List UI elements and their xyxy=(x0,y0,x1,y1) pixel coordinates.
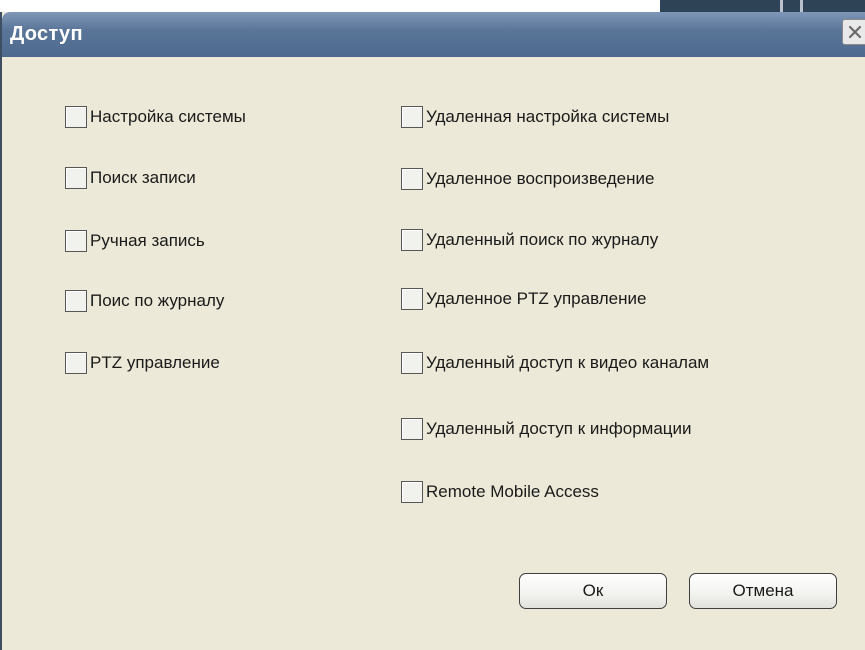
option-ptz-control[interactable]: PTZ управление xyxy=(65,351,220,375)
option-remote-playback[interactable]: Удаленное воспроизведение xyxy=(401,167,654,191)
checkbox[interactable] xyxy=(401,481,423,503)
option-remote-log-search[interactable]: Удаленный поиск по журналу xyxy=(401,228,658,252)
option-label: Настройка системы xyxy=(90,107,246,126)
close-button[interactable] xyxy=(842,19,865,45)
option-label: Remote Mobile Access xyxy=(426,482,599,501)
option-log-search[interactable]: Поис по журналу xyxy=(65,289,224,313)
option-remote-ptz-control[interactable]: Удаленное PTZ управление xyxy=(401,287,646,311)
option-label: Поиск записи xyxy=(90,168,196,187)
access-dialog: Доступ Настройка системы Поиск записи Ру… xyxy=(0,12,865,650)
option-manual-record[interactable]: Ручная запись xyxy=(65,229,205,253)
checkbox[interactable] xyxy=(401,288,423,310)
cancel-button[interactable]: Отмена xyxy=(689,573,837,609)
dialog-titlebar[interactable]: Доступ xyxy=(2,12,865,57)
checkbox[interactable] xyxy=(65,230,87,252)
option-record-search[interactable]: Поиск записи xyxy=(65,166,196,190)
option-label: Удаленное PTZ управление xyxy=(426,289,647,308)
option-label: Удаленное воспроизведение xyxy=(426,169,655,188)
checkbox[interactable] xyxy=(65,352,87,374)
option-system-settings[interactable]: Настройка системы xyxy=(65,105,246,129)
option-remote-mobile-access[interactable]: Remote Mobile Access xyxy=(401,480,599,504)
checkbox[interactable] xyxy=(65,106,87,128)
option-remote-info-access[interactable]: Удаленный доступ к информации xyxy=(401,417,692,441)
checkbox[interactable] xyxy=(65,290,87,312)
dialog-content: Настройка системы Поиск записи Ручная за… xyxy=(10,57,865,640)
checkbox[interactable] xyxy=(401,352,423,374)
option-label: Ручная запись xyxy=(90,231,205,250)
option-label: Удаленный доступ к видео каналам xyxy=(426,353,710,372)
close-icon xyxy=(848,25,862,39)
checkbox[interactable] xyxy=(401,168,423,190)
option-label: Удаленный доступ к информации xyxy=(426,419,692,438)
option-label: Удаленная настройка системы xyxy=(426,107,670,126)
checkbox[interactable] xyxy=(401,229,423,251)
option-remote-system-settings[interactable]: Удаленная настройка системы xyxy=(401,105,669,129)
option-label: PTZ управление xyxy=(90,353,220,372)
ok-button[interactable]: Ок xyxy=(519,573,667,609)
option-label: Удаленный поиск по журналу xyxy=(426,230,659,249)
checkbox[interactable] xyxy=(65,167,87,189)
checkbox[interactable] xyxy=(401,418,423,440)
option-remote-video-access[interactable]: Удаленный доступ к видео каналам xyxy=(401,351,709,375)
dialog-title: Доступ xyxy=(10,23,83,45)
option-label: Поис по журналу xyxy=(90,291,225,310)
checkbox[interactable] xyxy=(401,106,423,128)
